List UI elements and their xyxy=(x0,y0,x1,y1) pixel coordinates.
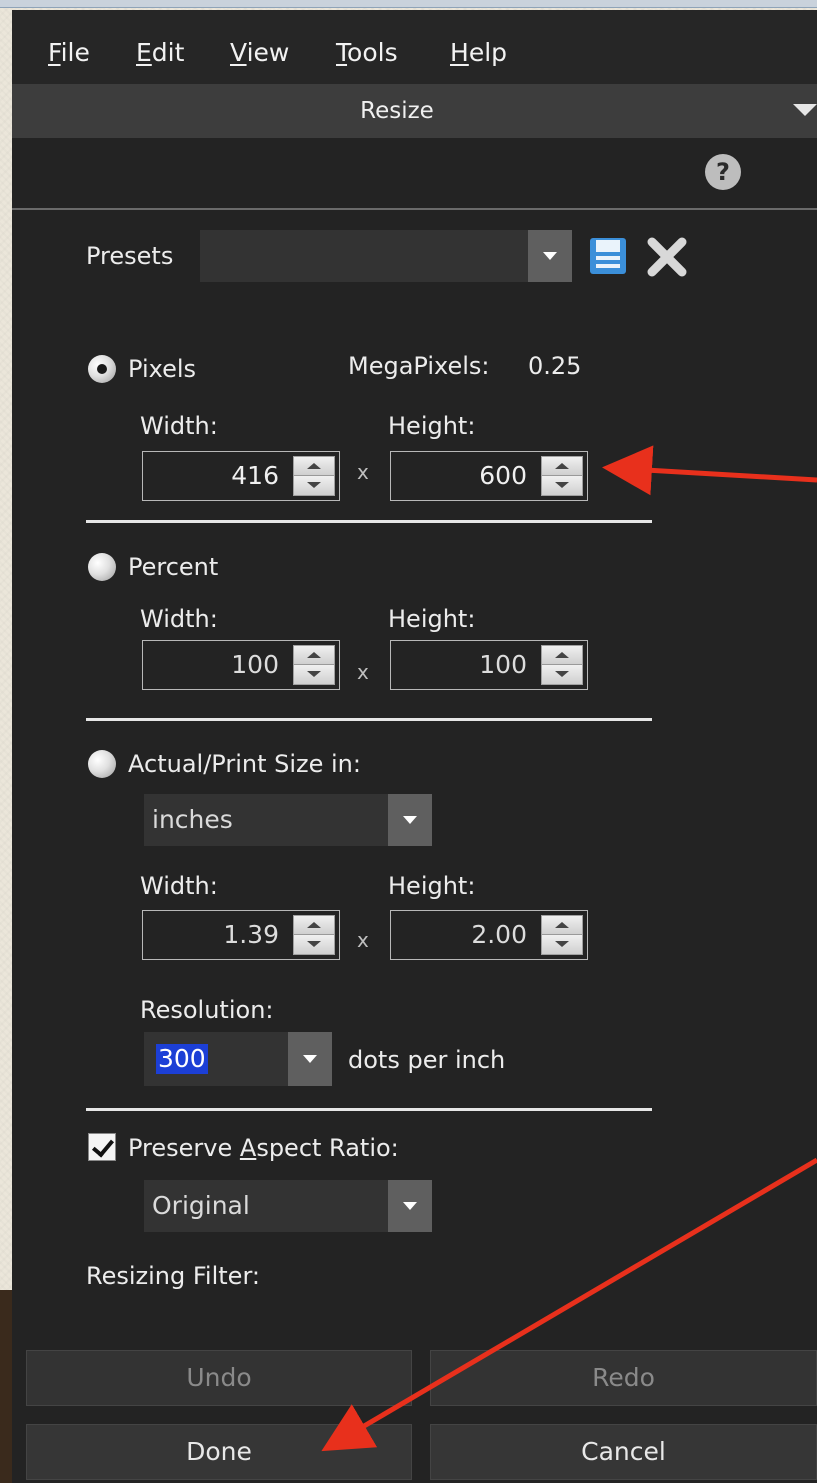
menu-help-rest: elp xyxy=(468,38,508,67)
collapse-arrow-icon[interactable] xyxy=(793,104,817,116)
print-unit-value: inches xyxy=(152,805,233,834)
menu-tools[interactable]: Tools xyxy=(336,38,398,67)
menu-tools-rest: ools xyxy=(347,38,398,67)
header-divider xyxy=(12,208,817,210)
aspect-ratio-arrow-icon[interactable] xyxy=(388,1180,432,1232)
times-sign: x xyxy=(357,660,369,684)
times-sign: x xyxy=(357,460,369,484)
pixels-height-value: 600 xyxy=(479,461,527,490)
menu-bar: File Edit View Tools Help xyxy=(12,10,817,84)
undo-button[interactable]: Undo xyxy=(26,1350,412,1406)
percent-height-label: Height: xyxy=(388,605,476,633)
pixels-width-value: 416 xyxy=(231,461,279,490)
percent-width-spinner[interactable] xyxy=(293,645,335,685)
section-divider xyxy=(86,1108,652,1111)
spin-up-icon[interactable] xyxy=(542,646,582,665)
pixels-height-label: Height: xyxy=(388,412,476,440)
section-divider xyxy=(86,520,652,523)
aspect-label-post: spect Ratio: xyxy=(256,1134,399,1162)
spin-down-icon[interactable] xyxy=(542,665,582,684)
panel-title: Resize xyxy=(360,98,434,124)
percent-width-label: Width: xyxy=(140,605,218,633)
print-size-radio[interactable] xyxy=(88,750,116,778)
pixels-height-spinner[interactable] xyxy=(541,456,583,496)
spin-up-icon[interactable] xyxy=(294,457,334,476)
redo-button[interactable]: Redo xyxy=(430,1350,817,1406)
print-height-label: Height: xyxy=(388,872,476,900)
print-width-spinner[interactable] xyxy=(293,915,335,955)
menu-file-rest: ile xyxy=(60,38,90,67)
resolution-input[interactable]: 300 xyxy=(144,1032,288,1086)
save-preset-icon[interactable] xyxy=(588,236,628,276)
times-sign: x xyxy=(357,928,369,952)
menu-view-rest: iew xyxy=(246,38,290,67)
megapixels-value: 0.25 xyxy=(528,352,582,380)
aspect-label-key: A xyxy=(239,1134,257,1162)
print-unit-dropdown[interactable]: inches xyxy=(144,794,388,846)
aspect-label-pre: Preserve xyxy=(128,1134,240,1162)
percent-width-input[interactable]: 100 xyxy=(142,640,340,690)
menu-edit[interactable]: Edit xyxy=(136,38,184,67)
spin-down-icon[interactable] xyxy=(294,935,334,954)
percent-radio[interactable] xyxy=(88,553,116,581)
print-width-label: Width: xyxy=(140,872,218,900)
menu-help[interactable]: Help xyxy=(450,38,507,67)
pixels-width-label: Width: xyxy=(140,412,218,440)
percent-width-value: 100 xyxy=(231,650,279,679)
pixels-label: Pixels xyxy=(128,355,197,383)
preserve-aspect-label: Preserve Aspect Ratio: xyxy=(128,1134,399,1162)
aspect-ratio-value: Original xyxy=(152,1191,250,1220)
print-height-input[interactable]: 2.00 xyxy=(390,910,588,960)
print-height-value: 2.00 xyxy=(471,920,527,949)
menu-view[interactable]: View xyxy=(230,38,289,67)
done-button[interactable]: Done xyxy=(26,1424,412,1480)
percent-height-value: 100 xyxy=(479,650,527,679)
presets-dropdown[interactable] xyxy=(200,230,530,282)
presets-label: Presets xyxy=(86,242,174,270)
menu-file[interactable]: File xyxy=(48,38,90,67)
resolution-label: Resolution: xyxy=(140,996,274,1024)
resizing-filter-label: Resizing Filter: xyxy=(86,1262,260,1290)
resolution-unit-label: dots per inch xyxy=(348,1046,506,1074)
spin-down-icon[interactable] xyxy=(294,476,334,495)
preserve-aspect-checkbox[interactable] xyxy=(88,1133,116,1161)
spin-up-icon[interactable] xyxy=(294,646,334,665)
spin-up-icon[interactable] xyxy=(542,916,582,935)
megapixels-label: MegaPixels: xyxy=(348,352,490,380)
presets-dropdown-arrow-icon[interactable] xyxy=(528,230,572,282)
spin-down-icon[interactable] xyxy=(542,476,582,495)
menu-edit-rest: dit xyxy=(151,38,185,67)
pixels-width-spinner[interactable] xyxy=(293,456,335,496)
delete-preset-icon[interactable] xyxy=(646,236,688,278)
spin-down-icon[interactable] xyxy=(542,935,582,954)
print-unit-arrow-icon[interactable] xyxy=(388,794,432,846)
percent-height-spinner[interactable] xyxy=(541,645,583,685)
panel-title-bar: Resize xyxy=(12,84,817,138)
resolution-value: 300 xyxy=(156,1044,208,1074)
resolution-arrow-icon[interactable] xyxy=(288,1032,332,1086)
percent-height-input[interactable]: 100 xyxy=(390,640,588,690)
help-icon[interactable]: ? xyxy=(705,154,741,190)
pixels-width-input[interactable]: 416 xyxy=(142,451,340,501)
cancel-button[interactable]: Cancel xyxy=(430,1424,817,1480)
percent-label: Percent xyxy=(128,553,219,581)
spin-down-icon[interactable] xyxy=(294,665,334,684)
pixels-radio[interactable] xyxy=(88,355,116,383)
print-size-label: Actual/Print Size in: xyxy=(128,750,361,778)
print-height-spinner[interactable] xyxy=(541,915,583,955)
spin-up-icon[interactable] xyxy=(294,916,334,935)
spin-up-icon[interactable] xyxy=(542,457,582,476)
pixels-height-input[interactable]: 600 xyxy=(390,451,588,501)
print-width-input[interactable]: 1.39 xyxy=(142,910,340,960)
print-width-value: 1.39 xyxy=(223,920,279,949)
aspect-ratio-dropdown[interactable]: Original xyxy=(144,1180,388,1232)
section-divider xyxy=(86,718,652,721)
window-top-border xyxy=(0,0,817,8)
